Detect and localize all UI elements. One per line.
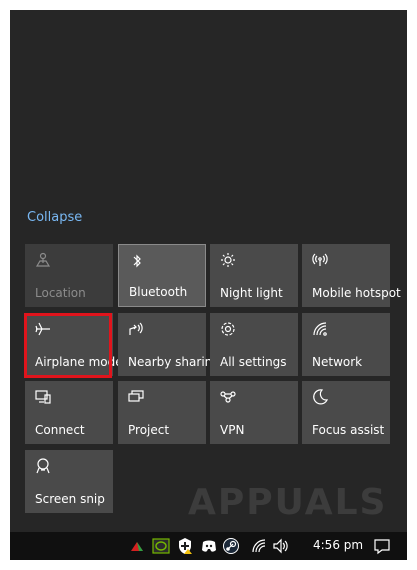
tile-nearby-sharing[interactable]: Nearby sharing bbox=[118, 313, 220, 376]
tile-project[interactable]: Project bbox=[118, 381, 206, 444]
collapse-link[interactable]: Collapse bbox=[27, 210, 82, 225]
gear-icon bbox=[219, 320, 237, 338]
action-center-panel: Collapse Location Bluetooth Night light … bbox=[10, 10, 407, 532]
tile-label: Nearby sharing bbox=[128, 355, 220, 369]
tile-label: Bluetooth bbox=[129, 285, 188, 299]
tile-connect[interactable]: Connect bbox=[25, 381, 113, 444]
nearby-sharing-icon bbox=[127, 320, 145, 338]
screen-snip-icon bbox=[34, 457, 52, 475]
action-center-button[interactable] bbox=[361, 532, 407, 560]
security-warning-icon[interactable] bbox=[176, 537, 194, 555]
taskbar-clock[interactable]: 4:56 pm bbox=[313, 538, 363, 552]
windows-screen: Collapse Location Bluetooth Night light … bbox=[10, 10, 407, 560]
show-hidden-icons-icon[interactable] bbox=[128, 537, 146, 555]
volume-icon[interactable] bbox=[272, 537, 290, 555]
tile-label: Airplane mode bbox=[35, 355, 123, 369]
tile-all-settings[interactable]: All settings bbox=[210, 313, 298, 376]
airplane-icon bbox=[34, 320, 52, 338]
moon-icon bbox=[311, 388, 329, 406]
bluetooth-icon bbox=[128, 252, 146, 270]
tile-label: VPN bbox=[220, 423, 245, 437]
tile-label: Night light bbox=[220, 286, 283, 300]
tile-airplane-mode[interactable]: Airplane mode bbox=[25, 313, 123, 376]
location-icon bbox=[34, 251, 52, 269]
taskbar: 4:56 pm bbox=[10, 532, 407, 560]
action-center-icon bbox=[373, 537, 391, 555]
steam-icon[interactable] bbox=[222, 537, 240, 555]
tile-location[interactable]: Location bbox=[25, 244, 113, 307]
wifi-icon[interactable] bbox=[250, 537, 268, 555]
tile-label: Network bbox=[312, 355, 363, 369]
tile-night-light[interactable]: Night light bbox=[210, 244, 298, 307]
tile-label: Connect bbox=[35, 423, 85, 437]
tile-vpn[interactable]: VPN bbox=[210, 381, 298, 444]
vpn-icon bbox=[219, 388, 237, 406]
tile-focus-assist[interactable]: Focus assist bbox=[302, 381, 390, 444]
tile-screen-snip[interactable]: Screen snip bbox=[25, 450, 113, 513]
network-icon bbox=[311, 320, 329, 338]
tile-mobile-hotspot[interactable]: Mobile hotspot bbox=[302, 244, 401, 307]
discord-icon[interactable] bbox=[200, 537, 218, 555]
tile-label: Location bbox=[35, 286, 86, 300]
nvidia-icon[interactable] bbox=[152, 537, 170, 555]
watermark-logo: APPUALS bbox=[188, 482, 388, 523]
mobile-hotspot-icon bbox=[311, 251, 329, 269]
tile-label: Mobile hotspot bbox=[312, 286, 401, 300]
tile-label: Focus assist bbox=[312, 423, 385, 437]
project-icon bbox=[127, 388, 145, 406]
night-light-icon bbox=[219, 251, 237, 269]
tile-network[interactable]: Network bbox=[302, 313, 390, 376]
tile-label: Screen snip bbox=[35, 492, 105, 506]
tile-label: All settings bbox=[220, 355, 287, 369]
tile-label: Project bbox=[128, 423, 170, 437]
connect-icon bbox=[34, 388, 52, 406]
tile-bluetooth[interactable]: Bluetooth bbox=[118, 244, 206, 307]
